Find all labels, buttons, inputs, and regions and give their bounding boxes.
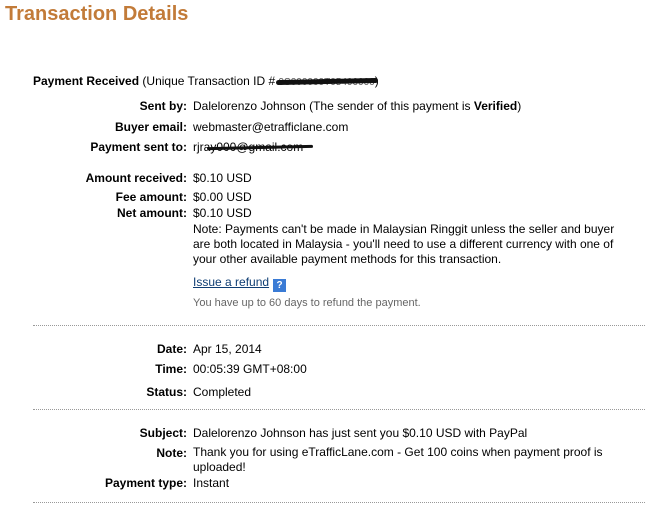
divider: [33, 502, 645, 503]
subject-label: Subject:: [139, 426, 187, 440]
subject-value: Dalelorenzo Johnson has just sent you $0…: [193, 426, 528, 440]
status-label: Status:: [146, 385, 187, 399]
issue-refund-link[interactable]: Issue a refund: [193, 275, 269, 289]
refund-note: You have up to 60 days to refund the pay…: [193, 297, 421, 309]
buyer-email-label: Buyer email:: [114, 120, 187, 134]
currency-note: Note: Payments can't be made in Malaysia…: [193, 222, 615, 266]
page-title: Transaction Details: [5, 3, 189, 25]
fee-amount-label: Fee amount:: [115, 190, 187, 204]
net-amount-value: $0.10 USD: [193, 206, 252, 220]
fee-amount-value: $0.00 USD: [193, 190, 252, 204]
transaction-id-prefix: (Unique Transaction ID #: [142, 74, 276, 88]
payment-sent-to-label: Payment sent to:: [90, 140, 187, 154]
status-value: Completed: [193, 385, 252, 399]
refund-row: Issue a refund?: [193, 275, 287, 292]
amount-received-label: Amount received:: [85, 171, 187, 185]
payment-received-label: Payment Received: [33, 74, 140, 88]
note-label: Note:: [156, 446, 187, 460]
time-label: Time:: [155, 362, 187, 376]
payment-received-row: Payment Received (Unique Transaction ID …: [33, 74, 379, 88]
help-icon[interactable]: ?: [273, 279, 287, 292]
sender-status: Verified: [473, 99, 518, 113]
net-amount-label: Net amount:: [117, 206, 187, 220]
date-label: Date:: [156, 342, 187, 356]
sender-name: Dalelorenzo Johnson: [193, 99, 306, 113]
sender-status-suffix: ): [517, 99, 522, 113]
payment-type-value: Instant: [193, 476, 230, 490]
buyer-email-value: webmaster@etrafficlane.com: [193, 120, 349, 134]
sent-by-value: Dalelorenzo Johnson (The sender of this …: [193, 99, 521, 113]
note-value: Thank you for using eTrafficLane.com - G…: [193, 445, 603, 474]
divider: [33, 409, 645, 410]
sender-status-prefix: (The sender of this payment is: [309, 99, 471, 113]
payment-sent-to-redacted: rjray000@gmail.com: [193, 140, 314, 154]
amount-received-value: $0.10 USD: [193, 171, 252, 185]
date-value: Apr 15, 2014: [193, 342, 262, 356]
sent-by-label: Sent by:: [139, 99, 187, 113]
time-value: 00:05:39 GMT+08:00: [193, 362, 307, 376]
divider: [33, 325, 645, 326]
payment-type-label: Payment type:: [104, 476, 187, 490]
transaction-id-redacted: 9S000000T05400000: [276, 74, 379, 88]
